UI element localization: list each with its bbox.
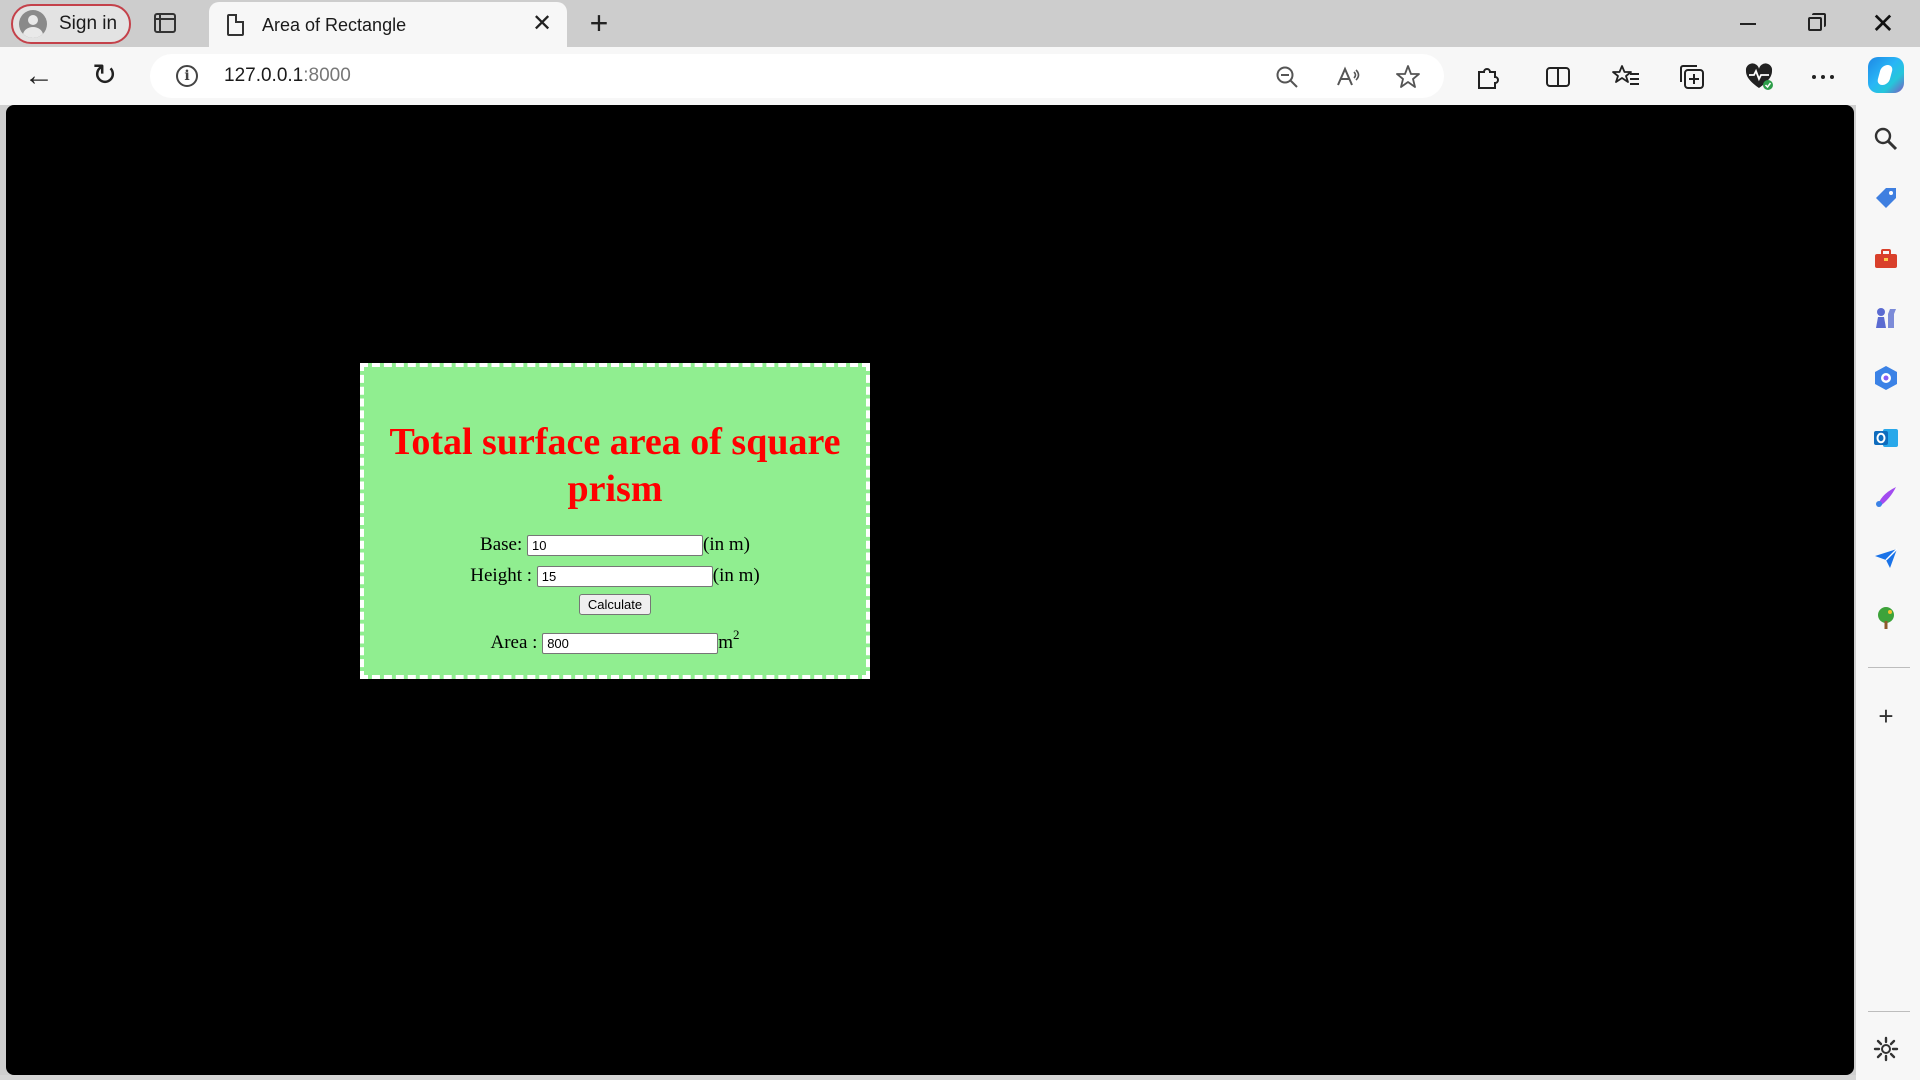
- zoom-out-icon[interactable]: [1274, 64, 1300, 90]
- base-row: Base: (in m): [364, 534, 866, 557]
- avatar-icon: [19, 10, 47, 38]
- outlook-icon[interactable]: [1872, 424, 1900, 452]
- area-unit-exponent: 2: [732, 627, 740, 643]
- designer-icon[interactable]: [1872, 483, 1900, 511]
- search-icon[interactable]: [1872, 125, 1900, 153]
- tab-close-icon[interactable]: ✕: [529, 11, 555, 37]
- minimize-button[interactable]: [1715, 0, 1781, 47]
- sidebar-divider: [1868, 1011, 1910, 1012]
- address-bar[interactable]: i 127.0.0.1:8000: [150, 54, 1444, 98]
- area-output[interactable]: [542, 633, 719, 655]
- url-text: 127.0.0.1:8000: [224, 65, 351, 87]
- collections-icon[interactable]: [1677, 62, 1707, 92]
- more-options-icon[interactable]: [1808, 62, 1838, 92]
- tab-actions-icon[interactable]: [154, 13, 176, 33]
- url-host: 127.0.0.1: [224, 65, 304, 86]
- area-label: Area :: [490, 632, 538, 654]
- minimize-icon: [1740, 22, 1756, 25]
- add-icon[interactable]: +: [1872, 702, 1900, 730]
- tag-icon[interactable]: [1872, 184, 1900, 212]
- sidebar-divider: [1868, 667, 1910, 668]
- base-unit: (in m): [703, 534, 750, 555]
- base-input[interactable]: [527, 535, 703, 557]
- calculator-card: Total surface area of square prism Base:…: [360, 363, 870, 679]
- base-label: Base:: [480, 534, 523, 555]
- height-row: Height : (in m): [364, 565, 866, 588]
- split-screen-icon[interactable]: [1543, 62, 1573, 92]
- page-icon: [227, 14, 244, 36]
- send-icon[interactable]: [1872, 544, 1900, 572]
- page-viewport: Total surface area of square prism Base:…: [6, 105, 1854, 1075]
- calculate-button[interactable]: Calculate: [578, 594, 652, 616]
- read-aloud-icon[interactable]: [1335, 64, 1361, 90]
- favorites-icon[interactable]: [1611, 62, 1641, 92]
- height-unit: (in m): [712, 565, 760, 587]
- tree-icon[interactable]: [1872, 604, 1900, 632]
- window-close-button[interactable]: ✕: [1850, 0, 1916, 47]
- edge-sidebar: +: [1856, 105, 1920, 1080]
- title-bar: Sign in Area of Rectangle ✕ + ✕: [0, 0, 1920, 48]
- copilot-icon[interactable]: [1868, 57, 1904, 93]
- favorite-star-icon[interactable]: [1395, 64, 1421, 90]
- back-icon[interactable]: ←: [24, 61, 58, 91]
- tab-title: Area of Rectangle: [262, 15, 407, 35]
- restore-button[interactable]: [1782, 0, 1848, 47]
- page-title: Total surface area of square prism: [389, 421, 841, 510]
- restore-icon: [1808, 12, 1826, 31]
- height-label: Height :: [470, 565, 533, 587]
- toolbox-icon[interactable]: [1872, 245, 1900, 273]
- url-port: :8000: [303, 65, 351, 86]
- site-info-icon[interactable]: i: [176, 65, 198, 87]
- chess-icon[interactable]: [1872, 304, 1900, 332]
- copilot-hex-icon[interactable]: [1872, 364, 1900, 392]
- area-unit: m: [718, 632, 733, 654]
- bottom-scroll-strip: [0, 1075, 1856, 1080]
- new-tab-icon[interactable]: +: [584, 7, 614, 39]
- height-input[interactable]: [536, 566, 713, 588]
- extensions-icon[interactable]: [1473, 62, 1503, 92]
- sign-in-button[interactable]: Sign in: [11, 4, 131, 44]
- reload-icon[interactable]: ↻: [92, 60, 124, 92]
- area-row: Area : m2: [364, 624, 866, 655]
- settings-icon[interactable]: [1872, 1035, 1900, 1063]
- browser-toolbar: ← ↻ i 127.0.0.1:8000: [0, 47, 1920, 105]
- sign-in-label: Sign in: [59, 13, 118, 34]
- browser-essentials-icon[interactable]: [1744, 62, 1774, 92]
- tab-area-of-rectangle[interactable]: Area of Rectangle ✕: [209, 2, 567, 48]
